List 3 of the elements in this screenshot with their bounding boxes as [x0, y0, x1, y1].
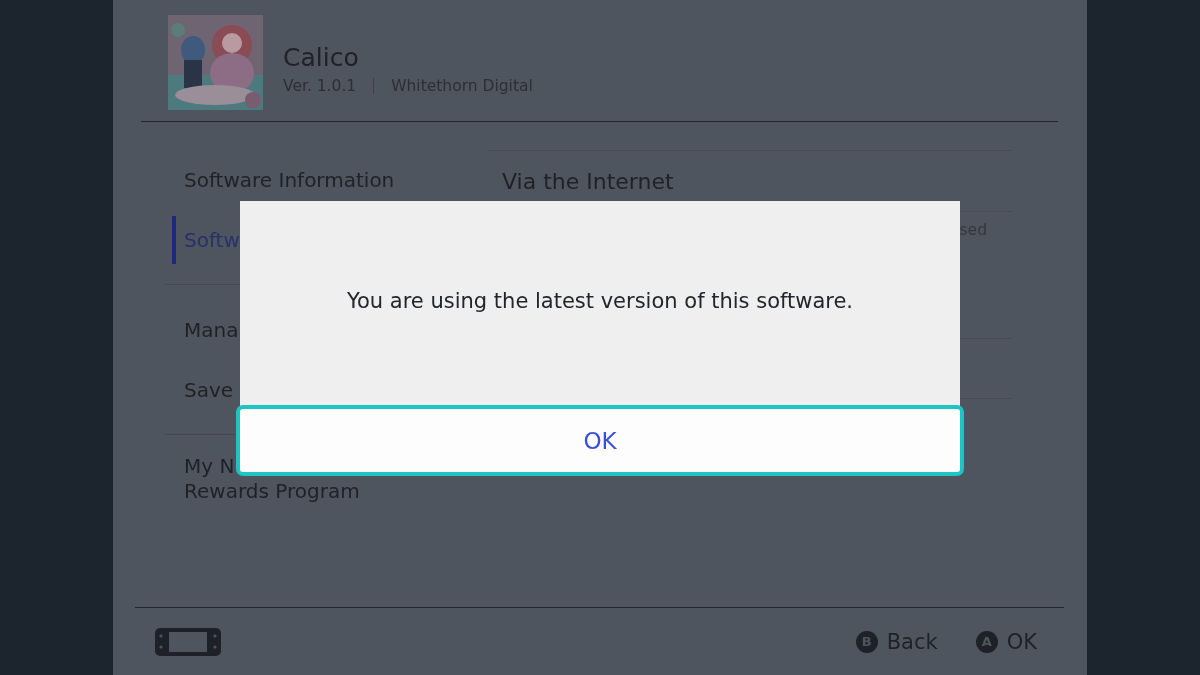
handheld-console-icon — [155, 627, 221, 656]
ok-button[interactable]: OK — [236, 405, 964, 476]
dialog-message: You are using the latest version of this software. — [346, 289, 854, 313]
